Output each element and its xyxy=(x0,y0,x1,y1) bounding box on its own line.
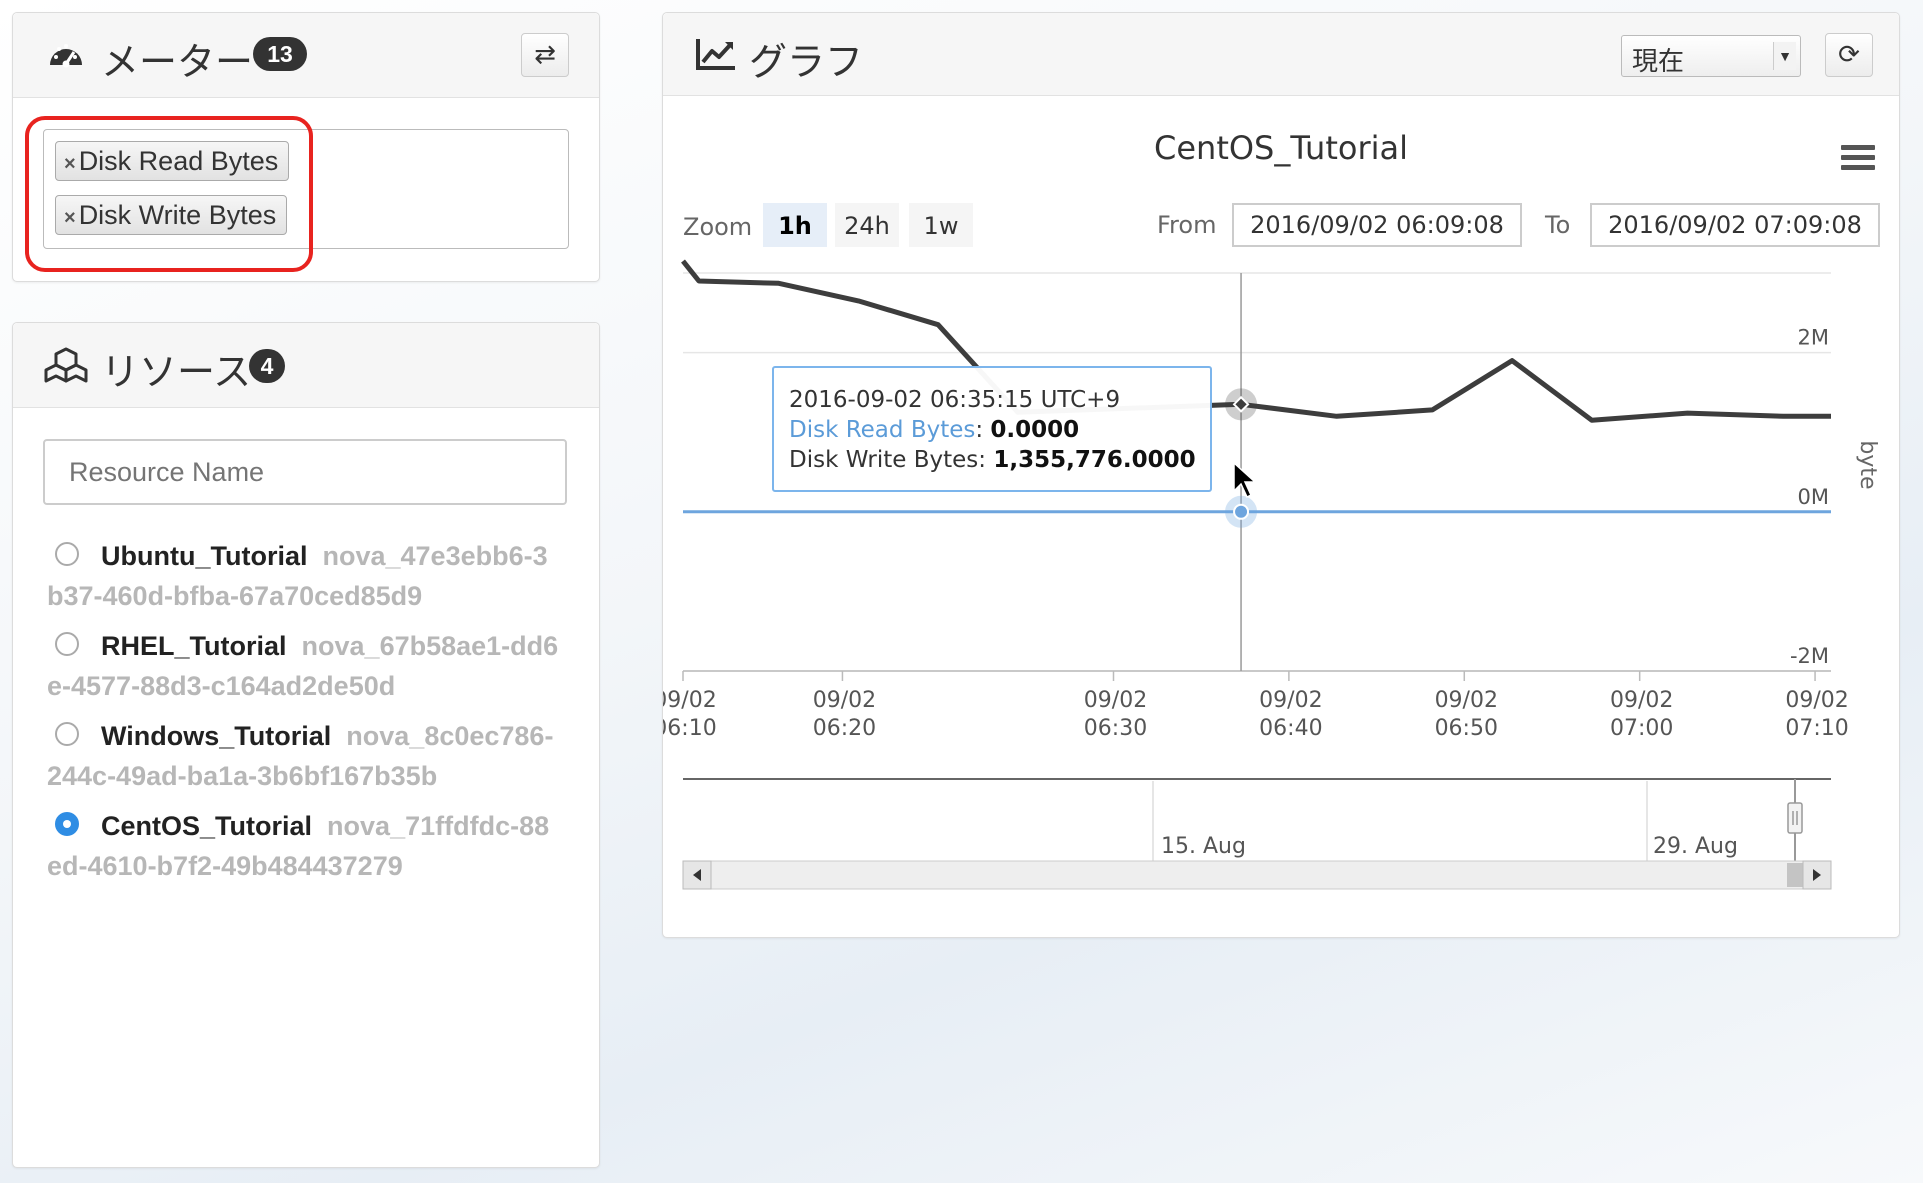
chart-title: CentOS_Tutorial xyxy=(1154,129,1408,167)
x-tick-label: 06:20 xyxy=(813,716,876,741)
x-tick-label: 09/02 xyxy=(1785,688,1848,713)
tooltip-read-row: Disk Read Bytes: 0.0000 xyxy=(789,417,1079,443)
resource-name: Windows_Tutorial xyxy=(101,721,332,751)
y-tick-label: 2M xyxy=(1798,326,1829,350)
zoom-1h-button[interactable]: 1h xyxy=(778,212,812,240)
tooltip-write-label: Disk Write Bytes: xyxy=(789,447,986,473)
from-date-value: 2016/09/02 06:09:08 xyxy=(1250,211,1504,239)
resource-name: CentOS_Tutorial xyxy=(101,811,313,841)
resource-id-cont: e-4577-88d3-c164ad2de50d xyxy=(47,671,396,701)
resource-id: nova_67b58ae1-dd6 xyxy=(301,631,559,661)
resource-search-input[interactable] xyxy=(43,439,567,505)
y-axis-label: byte xyxy=(1855,440,1880,489)
resource-id: nova_47e3ebb6-3 xyxy=(322,541,548,571)
resource-id-cont: 244c-49ad-ba1a-3b6bf167b35b xyxy=(47,761,438,791)
swap-button[interactable]: ⇄ xyxy=(521,33,569,77)
x-axis: 09/02 06:10 09/02 06:20 09/02 06:30 09/02 06:40… xyxy=(663,670,1849,741)
swap-icon: ⇄ xyxy=(534,40,556,70)
to-date-value: 2016/09/02 07:09:08 xyxy=(1608,211,1862,239)
meters-title: メーター xyxy=(101,40,254,84)
resource-item-rhel[interactable]: RHEL_Tutorial nova_67b58ae1-dd6 e-4577-8… xyxy=(47,626,575,706)
y-tick-label: 0M xyxy=(1798,485,1829,509)
resource-item-ubuntu[interactable]: Ubuntu_Tutorial nova_47e3ebb6-3 b37-460d… xyxy=(47,536,575,616)
resource-id: nova_8c0ec786- xyxy=(346,721,554,751)
navigator-handle[interactable] xyxy=(1787,802,1803,834)
resource-radio[interactable] xyxy=(55,722,79,746)
x-tick-label: 09/02 xyxy=(1435,688,1498,713)
navigator-label-15-aug: 15. Aug xyxy=(1161,834,1246,859)
resources-title: リソース xyxy=(101,350,252,394)
cubes-icon xyxy=(44,347,88,383)
zoom-label: Zoom xyxy=(683,213,752,241)
navigator[interactable]: 15. Aug 29. Aug xyxy=(683,778,1831,863)
dashboard-icon xyxy=(50,44,82,68)
x-tick-label: 06:40 xyxy=(1259,716,1322,741)
y-tick-label: -2M xyxy=(1790,644,1829,668)
meters-panel: メーター 13 ⇄ × Disk Read Bytes × Disk Write B… xyxy=(12,12,600,282)
x-tick-label: 09/02 xyxy=(1084,688,1147,713)
x-tick-label: 09/02 xyxy=(1610,688,1673,713)
tooltip-time: 2016-09-02 06:35:15 UTC+9 xyxy=(789,387,1120,413)
tooltip-read-label: Disk Read Bytes xyxy=(789,417,975,443)
resources-count-badge: 4 xyxy=(249,349,285,383)
x-tick-label: 06:30 xyxy=(1084,716,1147,741)
mouse-cursor-icon xyxy=(1233,461,1257,499)
navigator-scrollbar[interactable] xyxy=(682,860,1832,890)
x-tick-label: 09/02 xyxy=(813,688,876,713)
highlight-annotation xyxy=(25,116,313,272)
zoom-24h-button[interactable]: 24h xyxy=(844,212,890,240)
x-tick-label: 06:50 xyxy=(1435,716,1498,741)
tooltip-write-row: Disk Write Bytes: 1,355,776.0000 xyxy=(789,447,1196,473)
resource-item-windows[interactable]: Windows_Tutorial nova_8c0ec786- 244c-49a… xyxy=(47,716,575,796)
resource-name: RHEL_Tutorial xyxy=(101,631,287,661)
chart-tooltip: 2016-09-02 06:35:15 UTC+9 Disk Read Byte… xyxy=(772,366,1212,492)
x-tick-label: 06:10 xyxy=(663,716,717,741)
resource-id-cont: b37-460d-bfba-67a70ced85d9 xyxy=(47,581,423,611)
y-axis: 2M 0M -2M xyxy=(1790,326,1829,668)
resource-name: Ubuntu_Tutorial xyxy=(101,541,308,571)
navigator-label-29-aug: 29. Aug xyxy=(1653,834,1738,859)
resources-panel: リソース 4 Ubuntu_Tutorial nova_47e3ebb6-3 b… xyxy=(12,322,600,1168)
resource-radio[interactable] xyxy=(55,632,79,656)
resource-radio-selected[interactable] xyxy=(55,812,79,836)
graph-panel: グラフ 現在 ▼ ⟳ CentOS_Tutorial Zoom 1h 24h 1… xyxy=(662,12,1900,938)
scrollbar-thumb[interactable] xyxy=(1787,863,1803,887)
x-tick-label: 07:10 xyxy=(1785,716,1848,741)
resource-radio[interactable] xyxy=(55,542,79,566)
x-tick-label: 07:00 xyxy=(1610,716,1673,741)
resource-id-cont: ed-4610-b7f2-49b484437279 xyxy=(47,851,403,881)
resource-id: nova_71ffdfdc-88 xyxy=(327,811,550,841)
resource-item-centos[interactable]: CentOS_Tutorial nova_71ffdfdc-88 ed-4610… xyxy=(47,806,575,886)
x-tick-label: 09/02 xyxy=(663,688,717,713)
meters-count-badge: 13 xyxy=(253,37,307,71)
tooltip-write-value: 1,355,776.0000 xyxy=(993,447,1195,473)
hover-marker-disk-read-bytes xyxy=(1233,503,1250,520)
chart-area[interactable]: CentOS_Tutorial Zoom 1h 24h 1w From 2016… xyxy=(663,13,1899,937)
to-label: To xyxy=(1544,211,1570,239)
tooltip-read-value: 0.0000 xyxy=(990,417,1079,443)
from-label: From xyxy=(1157,211,1216,239)
x-tick-label: 09/02 xyxy=(1259,688,1322,713)
zoom-1w-button[interactable]: 1w xyxy=(924,212,959,240)
